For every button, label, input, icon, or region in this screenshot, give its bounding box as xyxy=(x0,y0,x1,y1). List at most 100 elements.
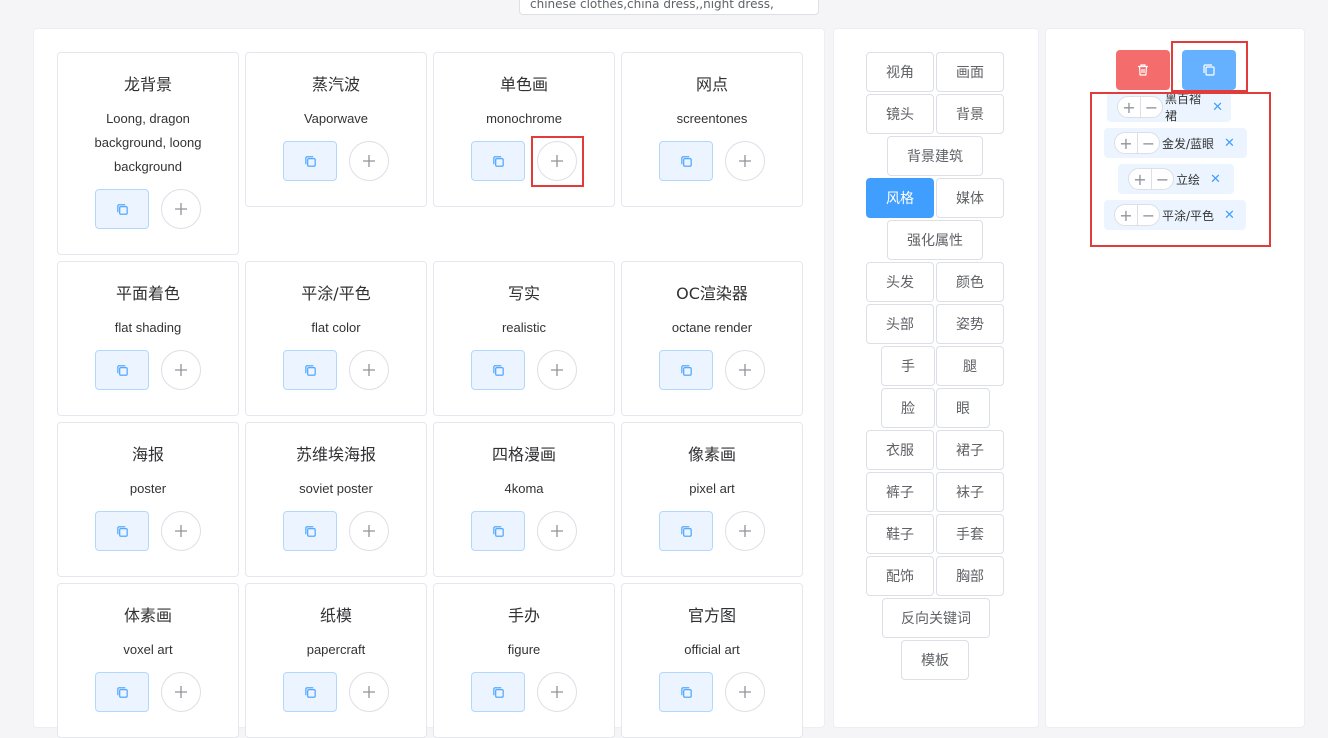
keyword-card: 网点 screentones xyxy=(621,52,803,207)
category-button[interactable]: 配饰 xyxy=(866,556,934,596)
card-subtitle: octane render xyxy=(671,320,753,335)
plus-icon xyxy=(362,685,376,699)
card-subtitle: voxel art xyxy=(123,642,173,657)
add-button[interactable] xyxy=(725,350,765,390)
copy-icon xyxy=(680,364,693,377)
add-button[interactable] xyxy=(349,350,389,390)
category-button[interactable]: 手 xyxy=(881,346,935,386)
card-subtitle: flat color xyxy=(311,320,361,335)
close-icon[interactable]: ✕ xyxy=(1212,100,1223,115)
copy-button[interactable] xyxy=(283,672,337,712)
copy-icon xyxy=(304,525,317,538)
tag-increase-button[interactable]: + xyxy=(1115,205,1137,225)
add-button[interactable] xyxy=(161,189,201,229)
category-button[interactable]: 衣服 xyxy=(866,430,934,470)
copy-button[interactable] xyxy=(283,350,337,390)
category-button[interactable]: 眼 xyxy=(936,388,990,428)
copy-button[interactable] xyxy=(471,141,525,181)
copy-all-button[interactable] xyxy=(1182,50,1236,90)
prompt-input[interactable]: chinese clothes,china dress,,night dress… xyxy=(519,0,819,15)
add-button[interactable] xyxy=(161,672,201,712)
category-button[interactable]: 头发 xyxy=(866,262,934,302)
tag-decrease-button[interactable]: − xyxy=(1140,97,1162,117)
copy-button[interactable] xyxy=(95,672,149,712)
copy-icon xyxy=(492,525,505,538)
category-button[interactable]: 头部 xyxy=(866,304,934,344)
category-button[interactable]: 裤子 xyxy=(866,472,934,512)
category-button[interactable]: 颜色 xyxy=(936,262,1004,302)
add-button[interactable] xyxy=(725,511,765,551)
category-button[interactable]: 背景 xyxy=(936,94,1004,134)
add-button[interactable] xyxy=(537,141,577,181)
category-button[interactable]: 风格 xyxy=(866,178,934,218)
close-icon[interactable]: ✕ xyxy=(1210,172,1221,187)
add-button[interactable] xyxy=(725,672,765,712)
delete-all-button[interactable] xyxy=(1116,50,1170,90)
plus-icon xyxy=(738,154,752,168)
copy-button[interactable] xyxy=(95,511,149,551)
plus-icon xyxy=(362,154,376,168)
keyword-card: 蒸汽波 Vaporwave xyxy=(245,52,427,207)
copy-button[interactable] xyxy=(659,350,713,390)
copy-button[interactable] xyxy=(95,350,149,390)
add-button[interactable] xyxy=(349,511,389,551)
add-button[interactable] xyxy=(349,672,389,712)
copy-button[interactable] xyxy=(659,141,713,181)
add-button[interactable] xyxy=(161,511,201,551)
plus-icon xyxy=(362,524,376,538)
card-subtitle: Vaporwave xyxy=(303,111,369,126)
copy-button[interactable] xyxy=(471,511,525,551)
copy-button[interactable] xyxy=(283,511,337,551)
add-button[interactable] xyxy=(537,511,577,551)
tag-increase-button[interactable]: + xyxy=(1129,169,1151,189)
copy-button[interactable] xyxy=(659,511,713,551)
card-title: 像素画 xyxy=(687,445,736,464)
category-button[interactable]: 脸 xyxy=(881,388,935,428)
tag-increase-button[interactable]: + xyxy=(1115,133,1137,153)
add-button[interactable] xyxy=(537,672,577,712)
category-button[interactable]: 反向关键词 xyxy=(882,598,990,638)
copy-icon xyxy=(492,686,505,699)
close-icon[interactable]: ✕ xyxy=(1224,208,1235,223)
add-button[interactable] xyxy=(161,350,201,390)
category-button[interactable]: 胸部 xyxy=(936,556,1004,596)
add-button[interactable] xyxy=(537,350,577,390)
copy-button[interactable] xyxy=(659,672,713,712)
keyword-card: 四格漫画 4koma xyxy=(433,422,615,577)
card-subtitle: pixel art xyxy=(689,481,735,496)
category-button[interactable]: 强化属性 xyxy=(887,220,983,260)
keyword-card: OC渲染器 octane render xyxy=(621,261,803,416)
category-button[interactable]: 鞋子 xyxy=(866,514,934,554)
tag-increase-button[interactable]: + xyxy=(1118,97,1140,117)
category-button[interactable]: 视角 xyxy=(866,52,934,92)
tag-decrease-button[interactable]: − xyxy=(1137,205,1159,225)
category-button[interactable]: 模板 xyxy=(901,640,969,680)
keyword-card: 体素画 voxel art xyxy=(57,583,239,738)
category-button[interactable]: 袜子 xyxy=(936,472,1004,512)
add-button[interactable] xyxy=(349,141,389,181)
copy-button[interactable] xyxy=(471,350,525,390)
card-subtitle: soviet poster xyxy=(299,481,373,496)
copy-icon xyxy=(304,686,317,699)
copy-button[interactable] xyxy=(283,141,337,181)
category-button[interactable]: 画面 xyxy=(936,52,1004,92)
card-title: 龙背景 xyxy=(123,75,172,94)
plus-icon xyxy=(174,685,188,699)
card-title: 纸模 xyxy=(319,606,352,625)
tag-decrease-button[interactable]: − xyxy=(1151,169,1173,189)
category-button[interactable]: 镜头 xyxy=(866,94,934,134)
close-icon[interactable]: ✕ xyxy=(1224,136,1235,151)
copy-button[interactable] xyxy=(471,672,525,712)
copy-button[interactable] xyxy=(95,189,149,229)
category-button[interactable]: 媒体 xyxy=(936,178,1004,218)
category-button[interactable]: 裙子 xyxy=(936,430,1004,470)
category-button[interactable]: 姿势 xyxy=(936,304,1004,344)
category-button[interactable]: 腿 xyxy=(936,346,1004,386)
plus-icon xyxy=(550,363,564,377)
category-button[interactable]: 背景建筑 xyxy=(887,136,983,176)
tag-decrease-button[interactable]: − xyxy=(1137,133,1159,153)
keyword-card: 写实 realistic xyxy=(433,261,615,416)
add-button[interactable] xyxy=(725,141,765,181)
plus-icon xyxy=(738,524,752,538)
category-button[interactable]: 手套 xyxy=(936,514,1004,554)
